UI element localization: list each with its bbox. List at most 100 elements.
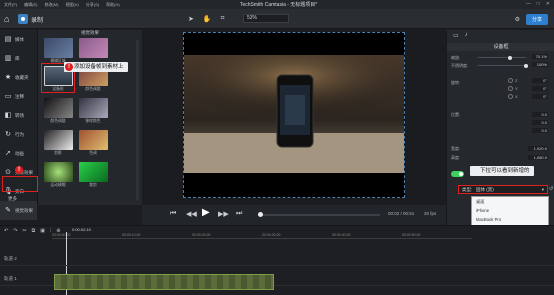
prop-value-rotation-y[interactable]: 0° [532,86,548,91]
effect-enabled-toggle[interactable] [451,171,464,177]
effect-thumb-color-adjust[interactable] [44,98,73,118]
menu-file[interactable]: 文件(F) [4,2,17,8]
prop-value-width[interactable]: 1,920.0 [528,146,548,151]
record-button[interactable]: 录制 [31,15,43,24]
next-frame-icon[interactable]: ⏭ [236,210,242,218]
menu-view[interactable]: 视图(V) [65,2,78,8]
redo-icon[interactable]: ↷ [13,228,17,234]
effect-thumb-2[interactable] [79,38,108,58]
preview-stage[interactable] [183,32,405,198]
pointer-icon[interactable]: ➤ [188,15,194,23]
step-back-icon[interactable]: ◀◀ [186,210,197,218]
dropdown-option[interactable]: iPhone [472,206,548,215]
dropdown-option[interactable]: MacBook Pro [472,215,548,224]
favorites-icon: ★ [4,73,12,81]
nav-visual-effects[interactable]: ✎ 视觉效果 [0,201,37,220]
video-clip[interactable] [54,274,274,290]
prop-value-rotation-z[interactable]: 0° [532,78,548,83]
playback-scrubber[interactable] [258,212,380,217]
prop-label-position: 位置: [451,112,461,117]
paste-icon[interactable]: ▣ [40,228,45,234]
timecode: 00:02 / 00:51 [388,211,415,216]
copy-icon[interactable]: ⧉ [32,228,36,234]
menu-modify[interactable]: 修改(M) [44,2,58,8]
maximize-button[interactable]: □ [537,1,540,7]
split-icon[interactable]: ⫶ [50,228,51,234]
timeline-ruler[interactable]: 00:00:00;00 00:00:10;00 00:00:20;00 00:0… [52,233,472,239]
prop-value-opacity[interactable]: 100% [532,62,548,67]
play-icon[interactable]: ▶ [202,207,210,218]
axis-z-label: Z [515,78,518,83]
step-marker-2: ! [65,63,73,71]
effect-thumb-silhouette[interactable] [44,130,73,150]
menu-share[interactable]: 分享(S) [86,2,99,8]
zoom-select[interactable]: 53% [243,14,289,23]
cut-icon[interactable]: ✂ [22,228,26,234]
toolbar: ⌂ 录制 ➤ ✋ ⌗ 53% ⚙ 分享 [0,9,554,29]
minimize-button[interactable]: — [526,1,531,7]
nav-behaviors[interactable]: ↻ 行为 [0,125,37,144]
chevron-down-icon: ▾ [541,187,544,192]
step-marker-1: ! [15,166,23,174]
nav-library[interactable]: ▥ 库 [0,49,37,68]
prop-label-scale: 缩放: [451,55,461,60]
prev-frame-icon[interactable]: ⏮ [170,210,176,218]
zoom-value: 53% [247,15,258,21]
device-type-select[interactable]: 类型: 固体 (黑) ▾ [458,185,548,194]
nav-label: 库 [15,55,20,61]
prop-value-position-y[interactable]: 0.0 [532,120,548,125]
nav-animations[interactable]: ➚ 动画 [0,144,37,163]
prop-value-scale[interactable]: 70.1% [532,54,548,59]
nav-media[interactable]: ▤ 媒体 [0,30,37,49]
close-button[interactable]: ✕ [546,1,550,7]
tooltip-text: 下拉可以看到新增的 [480,168,530,174]
effect-thumb-remove-color[interactable] [79,98,108,118]
nav-label: 视觉效果 [15,207,33,213]
ruler-tick: 00:00:00;00 [52,233,71,237]
ruler-tick: 00:00:10;00 [122,233,141,237]
step-forward-icon[interactable]: ▶▶ [218,210,229,218]
menu-edit[interactable]: 编辑(E) [24,2,37,8]
audio-props-icon[interactable]: ♪ [465,32,468,39]
undo-icon[interactable]: ↶ [4,228,8,234]
opacity-slider[interactable] [478,63,528,68]
effect-thumb-tint[interactable] [79,130,108,150]
effects-scrollbar[interactable] [136,40,139,200]
nav-favorites[interactable]: ★ 收藏夹 [0,68,37,87]
behaviors-icon: ↻ [5,130,11,138]
record-icon[interactable] [18,14,28,24]
ruler-tick: 00:00:20;00 [192,233,211,237]
reset-icon[interactable]: ↺ [549,186,553,192]
playhead-time: 0:00:02;10 [72,227,91,232]
prop-value-height[interactable]: 1,080.0 [528,155,548,160]
more-button[interactable]: 更多 [8,196,17,202]
pan-icon[interactable]: ✋ [203,15,212,23]
menu-help[interactable]: 帮助(H) [106,2,120,8]
settings-icon[interactable]: ⚙ [515,16,520,23]
home-icon[interactable]: ⌂ [4,14,14,24]
prop-value-position-z[interactable]: 0.0 [532,128,548,133]
nav-label: 动画 [15,150,24,156]
share-button[interactable]: 分享 [525,14,548,25]
ruler-tick: 00:00:40;00 [332,233,351,237]
prop-label-width: 宽度: [451,146,461,151]
visual-props-icon[interactable]: ▭ [453,32,459,39]
nav-transitions[interactable]: ◧ 转场 [0,106,37,125]
effect-thumb-crop[interactable] [79,162,108,182]
effect-label: 颜色调整 [50,119,66,123]
type-label: 类型: [462,187,473,192]
crop-icon[interactable]: ⌗ [221,15,225,23]
nav-annotations[interactable]: ▭ 注释 [0,87,37,106]
scale-slider[interactable] [478,55,526,60]
effect-thumb-blur[interactable] [44,38,73,58]
prop-value-rotation-x[interactable]: 0° [532,94,548,99]
effect-label: 运动模糊 [50,183,66,187]
effect-thumb-motion-blur[interactable] [44,162,73,182]
prop-value-position-x[interactable]: 0.0 [532,112,548,117]
animations-icon: ➚ [5,149,11,157]
track-2[interactable]: 轨道 2 [0,252,554,266]
prop-label-height: 高度: [451,155,461,160]
track-label: 轨道 1 [4,276,17,281]
dropdown-option[interactable]: 桌面 [472,197,548,206]
type-value: 固体 (黑) [476,187,494,192]
